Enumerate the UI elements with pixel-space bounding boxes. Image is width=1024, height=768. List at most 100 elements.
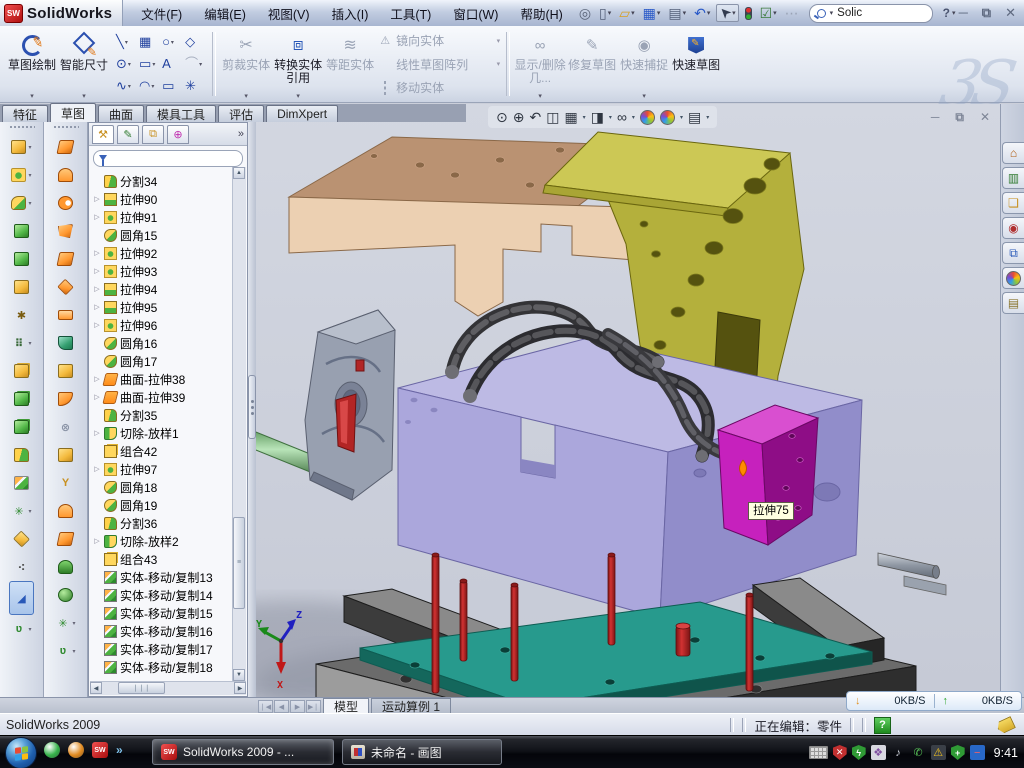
undo-button[interactable]: ↶▾	[692, 5, 712, 21]
part-gray-slide-block[interactable]	[305, 310, 395, 500]
ruled-surface-button[interactable]	[58, 329, 73, 357]
dropdown-caret-icon[interactable]: ▾	[28, 144, 31, 151]
tree-item[interactable]: 圆角15	[93, 226, 247, 244]
security-alert-icon[interactable]: ✕	[833, 745, 847, 760]
draft-button[interactable]: ✱	[14, 301, 29, 329]
spline-curve-button[interactable]: ʋ▾	[11, 615, 31, 643]
text-button[interactable]: A	[160, 53, 181, 75]
zoom-to-area-icon[interactable]: ⊕	[513, 109, 525, 125]
tree-item[interactable]: ▷拉伸92	[93, 244, 247, 262]
3d-model-canvas[interactable]: Y Z X	[256, 104, 1000, 697]
options-button[interactable]: ☑▾	[758, 5, 779, 21]
overflow-button[interactable]: ⋯	[783, 5, 801, 21]
reference-point-button[interactable]: ✳▾	[11, 497, 31, 525]
solidworks-resources-tab[interactable]: ⌂	[1002, 142, 1024, 164]
open-button[interactable]: ▱▾	[617, 5, 636, 21]
panel-splitter[interactable]	[248, 122, 256, 697]
solidworks-launcher-icon[interactable]: SW	[92, 742, 108, 758]
view-setting-icon[interactable]: ▤	[688, 109, 701, 125]
start-button[interactable]	[5, 737, 37, 768]
tree-item[interactable]: ▷拉伸91	[93, 208, 247, 226]
tree-item[interactable]: 实体-移动/复制16	[93, 622, 247, 640]
menu-window[interactable]: 窗口(W)	[453, 4, 498, 23]
dropdown-caret-icon[interactable]: ▾	[707, 9, 711, 17]
taskbar-button-paint[interactable]: 未命名 - 画图	[342, 739, 502, 765]
dropdown-caret-icon[interactable]: ▾	[773, 9, 777, 17]
tree-item[interactable]: ▷曲面-拉伸39	[93, 388, 247, 406]
dimxpert-manager-icon[interactable]: ⊕	[167, 125, 189, 144]
tooling-split-button[interactable]	[58, 553, 73, 581]
tab-features[interactable]: 特征	[2, 105, 48, 122]
scroll-down-icon[interactable]: ▼	[233, 669, 245, 681]
view-orientation-icon[interactable]: ▦	[564, 109, 577, 125]
rib-button[interactable]	[14, 357, 29, 385]
tree-item[interactable]: ▷拉伸96	[93, 316, 247, 334]
search-caret-icon[interactable]: ▾	[830, 9, 834, 17]
tab-dimxpert[interactable]: DimXpert	[266, 105, 338, 122]
print-button[interactable]: ▤▾	[666, 5, 688, 21]
feature-manager-icon[interactable]: ⚒	[92, 125, 114, 144]
tree-item[interactable]: 圆角17	[93, 352, 247, 370]
dropdown-caret-icon[interactable]: ▾	[608, 9, 612, 17]
dropdown-caret-icon[interactable]: ▾	[28, 172, 31, 179]
design-library-tab[interactable]: ▥	[1002, 167, 1024, 189]
parting-line-button[interactable]: Y	[58, 469, 73, 497]
expand-arrow-icon[interactable]: ▷	[93, 303, 101, 311]
instant3d-button[interactable]: ◢	[9, 581, 34, 615]
slot-button[interactable]: ▭	[160, 75, 181, 97]
scroll-left-icon[interactable]: ◀	[90, 682, 102, 694]
revolved-boss-button[interactable]	[14, 245, 29, 273]
configuration-manager-icon[interactable]: ⧉	[142, 125, 164, 144]
help-button[interactable]: ?	[943, 6, 950, 20]
keyboard-icon[interactable]	[809, 746, 828, 759]
dropdown-caret-icon[interactable]: ▾	[609, 114, 612, 121]
property-manager-icon[interactable]: ✎	[117, 125, 139, 144]
surface-point-button[interactable]: ✳▾	[55, 609, 75, 637]
splitter-handle[interactable]	[248, 375, 256, 439]
lasso-button[interactable]: ▦	[137, 31, 158, 53]
expand-arrow-icon[interactable]: ▷	[93, 249, 101, 257]
dropdown-caret-icon[interactable]: ▾	[657, 9, 661, 17]
dropdown-caret-icon[interactable]: ▾	[171, 39, 174, 46]
rebuild-button[interactable]	[743, 6, 754, 21]
offset-surface-button[interactable]	[58, 273, 73, 301]
tree-item[interactable]: 圆角19	[93, 496, 247, 514]
dropdown-caret-icon[interactable]: ▾	[128, 61, 131, 68]
tree-item[interactable]: 实体-移动/复制15	[93, 604, 247, 622]
extruded-cut-button[interactable]: ▾	[11, 161, 31, 189]
expand-arrow-icon[interactable]: ▷	[93, 267, 101, 275]
vertical-scroll-thumb[interactable]: ≡	[233, 517, 245, 610]
arc-button[interactable]: ◠▾	[137, 75, 158, 97]
toolbar-grip[interactable]	[53, 125, 79, 129]
reference-axis-button[interactable]: ⁖	[14, 553, 29, 581]
help-caret-icon[interactable]: ▾	[952, 9, 956, 17]
convert-entities-button[interactable]: ⧈ 转换实体引用 ▾	[272, 28, 324, 100]
zoom-to-fit-icon[interactable]: ⊙	[496, 109, 508, 125]
hide-show-items-icon[interactable]: ∞	[617, 109, 627, 125]
custom-properties-tab[interactable]: ▤	[1002, 292, 1024, 314]
tree-filter-input[interactable]	[93, 150, 243, 167]
expand-arrow-icon[interactable]: ▷	[93, 285, 101, 293]
prev-tab-icon[interactable]: ◀	[274, 700, 289, 713]
boundary-surface-button[interactable]	[58, 217, 73, 245]
shut-off-surface-button[interactable]	[58, 525, 73, 553]
dropdown-caret-icon[interactable]: ▾	[72, 620, 75, 627]
expand-arrow-icon[interactable]: ▷	[93, 537, 101, 545]
rapid-sketch-button[interactable]: 快速草图	[670, 28, 722, 100]
dropdown-caret-icon[interactable]: ▾	[28, 626, 31, 633]
edit-appearance-icon[interactable]	[640, 110, 655, 125]
doc-minimize-button[interactable]: ─	[931, 110, 940, 125]
tree-item[interactable]: 圆角16	[93, 334, 247, 352]
expand-arrow-icon[interactable]: ▷	[93, 195, 101, 203]
swept-surface-button[interactable]	[58, 133, 73, 161]
reference-plane-button[interactable]	[14, 525, 29, 553]
dropdown-caret-icon[interactable]: ▾	[632, 114, 635, 121]
mirror-feature-button[interactable]	[14, 385, 29, 413]
search-box[interactable]: ▾ Solic	[809, 4, 933, 23]
fillet-surface-button[interactable]	[58, 385, 73, 413]
tree-item[interactable]: 分割34	[93, 172, 247, 190]
parting-surface-button[interactable]	[58, 497, 73, 525]
expand-arrow-icon[interactable]: ▷	[93, 465, 101, 473]
tree-item[interactable]: ▷切除-放样1	[93, 424, 247, 442]
tree-item[interactable]: 实体-移动/复制17	[93, 640, 247, 658]
